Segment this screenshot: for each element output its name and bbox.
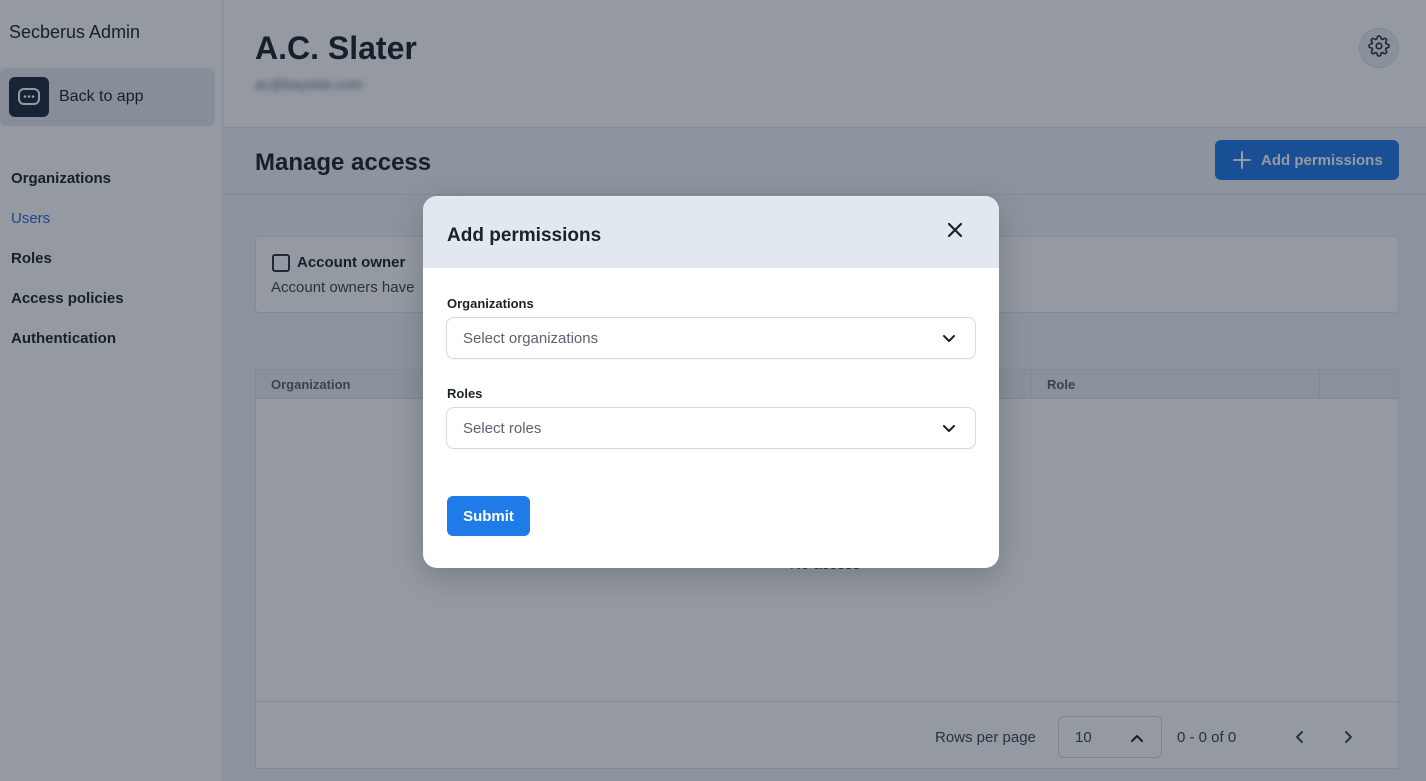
submit-button[interactable]: Submit	[447, 496, 530, 536]
close-icon	[947, 222, 963, 242]
organizations-select[interactable]: Select organizations	[446, 317, 976, 359]
chevron-down-icon	[943, 330, 955, 347]
roles-label: Roles	[447, 386, 483, 401]
roles-select[interactable]: Select roles	[446, 407, 976, 449]
modal-header: Add permissions	[423, 196, 999, 268]
chevron-down-icon	[943, 420, 955, 437]
organizations-placeholder: Select organizations	[463, 329, 599, 347]
roles-placeholder: Select roles	[463, 419, 542, 437]
organizations-label: Organizations	[447, 296, 534, 311]
modal-close-button[interactable]	[945, 222, 965, 242]
modal-title: Add permissions	[447, 225, 602, 246]
add-permissions-modal: Add permissions Organizations Select org…	[423, 196, 999, 568]
